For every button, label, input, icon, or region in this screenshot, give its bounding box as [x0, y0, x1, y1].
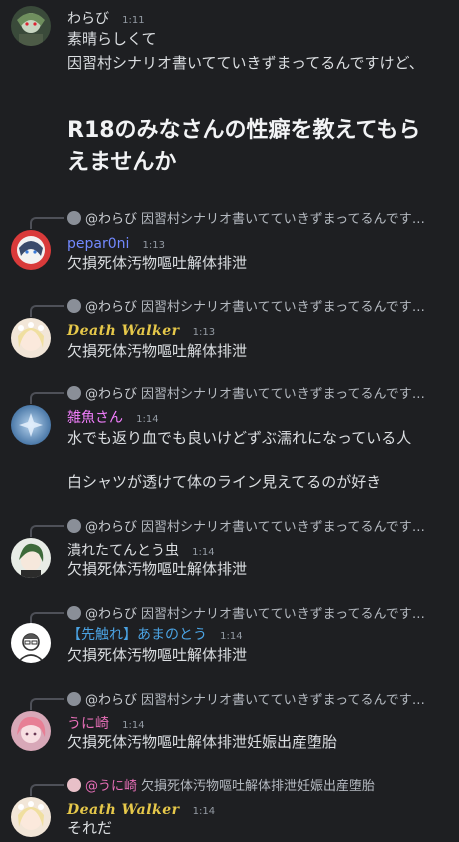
reply-preview[interactable]: @わらび 因習村シナリオ書いてていきずまってるんですけど、 — [67, 516, 427, 535]
avatar[interactable] — [11, 538, 51, 578]
reply-preview[interactable]: @わらび 因習村シナリオ書いてていきずまってるんですけど、 — [67, 603, 427, 622]
author-name[interactable]: 雑魚さん — [67, 410, 123, 426]
reply-spine — [30, 784, 64, 796]
avatar[interactable] — [11, 6, 51, 46]
reply-avatar-icon — [67, 692, 81, 706]
timestamp: 1:14 — [136, 414, 159, 425]
timestamp: 1:14 — [220, 631, 243, 642]
reply-avatar-icon — [67, 606, 81, 620]
author-name[interactable]: Death Walker — [67, 323, 180, 339]
reply-preview[interactable]: @わらび 因習村シナリオ書いてていきずまってるんですけど、 — [67, 296, 427, 315]
reply-spine — [30, 698, 64, 710]
timestamp: 1:14 — [122, 720, 145, 731]
author-name[interactable]: 【先触れ】あまのとう — [67, 627, 207, 643]
author-name[interactable]: うに崎 — [67, 716, 109, 732]
message-text: 欠損死体汚物嘔吐解体排泄 — [67, 254, 248, 272]
message-text-large: R18のみなさんの性癖を教えてもらえませんか — [67, 118, 421, 175]
avatar[interactable] — [11, 797, 51, 837]
reply-avatar-icon — [67, 211, 81, 225]
message-text: 欠損死体汚物嘔吐解体排泄妊娠出産堕胎 — [67, 733, 338, 751]
message-text: 素晴らしくて — [67, 30, 157, 48]
avatar[interactable] — [11, 318, 51, 358]
message-text: 因習村シナリオ書いてていきずまってるんですけど、 — [67, 54, 424, 72]
message-text: 水でも返り血でも良いけどずぶ濡れになっている人 — [67, 429, 412, 447]
avatar[interactable] — [11, 711, 51, 751]
timestamp: 1:13 — [192, 327, 216, 338]
reply-preview[interactable]: @うに崎 欠損死体汚物嘔吐解体排泄妊娠出産堕胎 — [67, 775, 427, 794]
timestamp: 1:14 — [192, 547, 215, 558]
author-name[interactable]: 潰れたてんとう虫 — [67, 543, 179, 559]
reply-avatar-icon — [67, 386, 81, 400]
reply-preview[interactable]: @わらび 因習村シナリオ書いてていきずまってるんですけど、 — [67, 689, 427, 708]
message-text: それだ — [67, 819, 113, 837]
message-text: 白シャツが透けて体のライン見えてるのが好き — [67, 473, 382, 491]
author-name[interactable]: Death Walker — [67, 802, 180, 818]
message-text: 欠損死体汚物嘔吐解体排泄 — [67, 646, 248, 664]
avatar[interactable] — [11, 623, 51, 663]
reply-preview[interactable]: @わらび 因習村シナリオ書いてていきずまってるんですけど、 — [67, 383, 427, 402]
author-name[interactable]: わらび — [67, 11, 109, 27]
avatar[interactable] — [11, 230, 51, 270]
reply-spine — [30, 612, 64, 624]
message-text: 欠損死体汚物嘔吐解体排泄 — [67, 342, 248, 360]
reply-avatar-icon — [67, 519, 81, 533]
avatar[interactable] — [11, 405, 51, 445]
reply-preview[interactable]: @わらび 因習村シナリオ書いてていきずまってるんですけど、 — [67, 208, 427, 227]
timestamp: 1:14 — [192, 806, 216, 817]
reply-avatar-icon — [67, 778, 81, 792]
reply-spine — [30, 305, 64, 317]
reply-spine — [30, 525, 64, 537]
timestamp: 1:11 — [122, 15, 145, 26]
message-text: 欠損死体汚物嘔吐解体排泄 — [67, 560, 248, 578]
reply-avatar-icon — [67, 299, 81, 313]
author-name[interactable]: pepar0ni — [67, 236, 129, 252]
reply-spine — [30, 217, 64, 229]
timestamp: 1:13 — [142, 240, 165, 251]
reply-spine — [30, 392, 64, 404]
